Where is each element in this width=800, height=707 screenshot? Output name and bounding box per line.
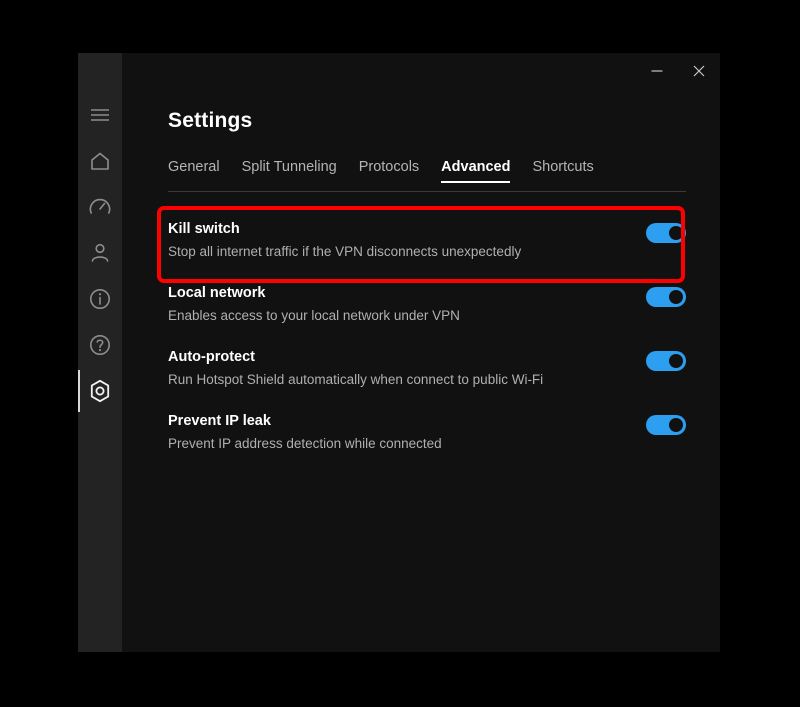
active-tab-underline <box>441 181 511 183</box>
person-icon <box>88 241 112 265</box>
tab-protocols[interactable]: Protocols <box>359 159 419 183</box>
sidebar-item-help[interactable] <box>78 322 122 368</box>
setting-text: Kill switch Stop all internet traffic if… <box>168 221 537 259</box>
setting-row-local-network: Local network Enables access to your loc… <box>168 272 686 336</box>
setting-row-prevent-ip-leak: Prevent IP leak Prevent IP address detec… <box>168 400 686 464</box>
settings-gear-icon <box>87 378 113 404</box>
tab-shortcuts[interactable]: Shortcuts <box>532 159 593 183</box>
speedometer-icon <box>88 195 112 219</box>
tab-advanced[interactable]: Advanced <box>441 159 511 183</box>
toggle-auto-protect[interactable] <box>646 351 686 371</box>
tab-label: Shortcuts <box>532 159 594 175</box>
setting-title: Auto-protect <box>168 349 255 365</box>
toggle-kill-switch[interactable] <box>646 223 686 243</box>
sidebar-item-account[interactable] <box>78 230 122 276</box>
tab-split-tunneling[interactable]: Split Tunneling <box>242 159 337 183</box>
setting-text: Auto-protect Run Hotspot Shield automati… <box>168 349 559 387</box>
settings-list: Kill switch Stop all internet traffic if… <box>168 192 686 464</box>
setting-title: Local network <box>168 285 266 301</box>
tab-label: Protocols <box>358 159 420 175</box>
info-icon <box>88 287 112 311</box>
setting-title: Prevent IP leak <box>168 413 271 429</box>
sidebar-nav <box>78 53 122 652</box>
setting-description: Enables access to your local network und… <box>168 308 460 323</box>
close-button[interactable] <box>678 57 720 85</box>
toggle-local-network[interactable] <box>646 287 686 307</box>
setting-text: Local network Enables access to your loc… <box>168 285 476 323</box>
toggle-knob <box>669 354 683 368</box>
tab-label: General <box>168 159 220 175</box>
sidebar-item-settings[interactable] <box>78 368 122 414</box>
minimize-button[interactable] <box>636 57 678 85</box>
setting-title: Kill switch <box>168 221 240 237</box>
main-content: Settings General Split Tunneling Protoco… <box>122 53 720 652</box>
home-icon <box>88 150 112 172</box>
setting-description: Run Hotspot Shield automatically when co… <box>168 372 544 387</box>
window-titlebar <box>122 53 720 91</box>
sidebar-item-about[interactable] <box>78 276 122 322</box>
tab-label: Split Tunneling <box>241 159 337 175</box>
tab-list: General Split Tunneling Protocols Advanc… <box>168 159 686 191</box>
toggle-knob <box>669 290 683 304</box>
close-icon <box>692 64 706 78</box>
selection-indicator <box>78 370 80 412</box>
setting-text: Prevent IP leak Prevent IP address detec… <box>168 413 458 451</box>
setting-row-auto-protect: Auto-protect Run Hotspot Shield automati… <box>168 336 686 400</box>
help-icon <box>88 333 112 357</box>
tab-label: Advanced <box>441 159 511 175</box>
toggle-knob <box>669 226 683 240</box>
toggle-knob <box>669 418 683 432</box>
setting-row-kill-switch: Kill switch Stop all internet traffic if… <box>168 208 686 272</box>
settings-window: Settings General Split Tunneling Protoco… <box>78 53 720 652</box>
setting-description: Prevent IP address detection while conne… <box>168 436 442 451</box>
toggle-prevent-ip-leak[interactable] <box>646 415 686 435</box>
page-title: Settings <box>168 109 253 132</box>
sidebar-item-speed-test[interactable] <box>78 184 122 230</box>
tabs-container: General Split Tunneling Protocols Advanc… <box>168 159 686 192</box>
setting-description: Stop all internet traffic if the VPN dis… <box>168 244 522 259</box>
minimize-icon <box>650 64 664 78</box>
hamburger-menu-icon <box>89 107 111 123</box>
sidebar-item-home[interactable] <box>78 138 122 184</box>
tab-general[interactable]: General <box>168 159 220 183</box>
sidebar-item-menu[interactable] <box>78 92 122 138</box>
tabs-divider <box>168 191 686 192</box>
